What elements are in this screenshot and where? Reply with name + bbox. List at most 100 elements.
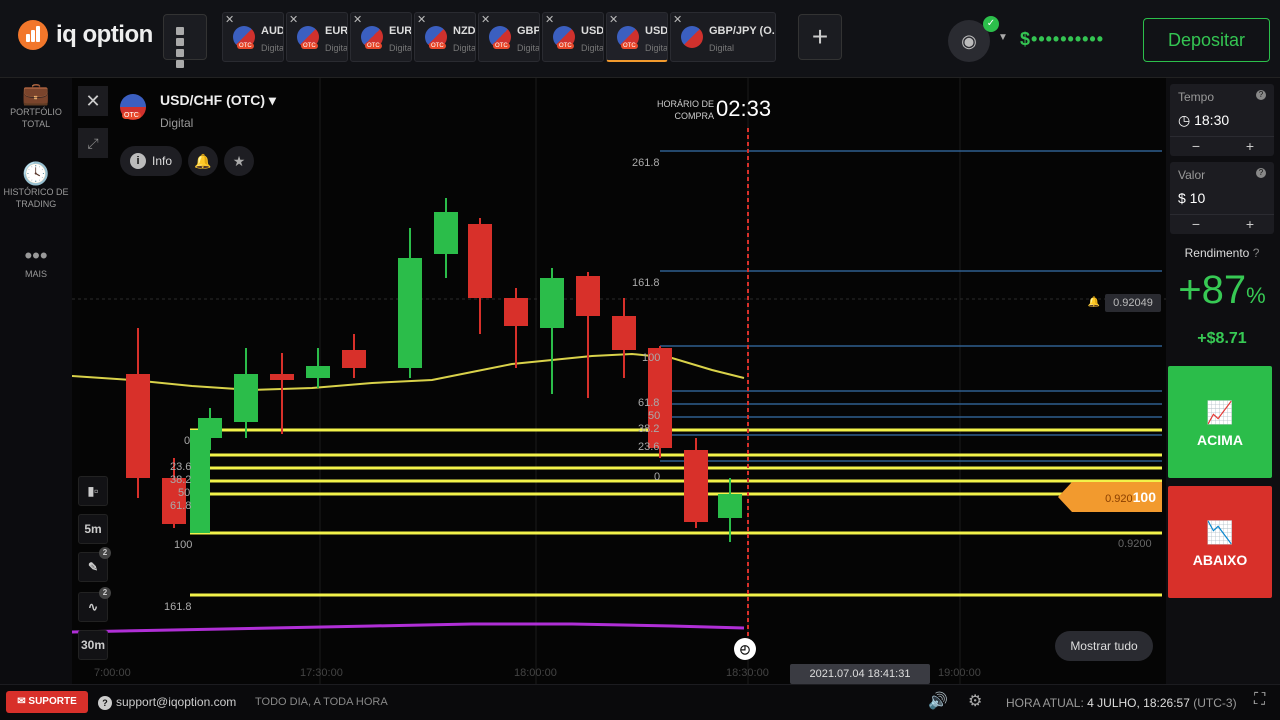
history-icon: 🕓	[22, 161, 50, 186]
fib-label: 61.8	[638, 397, 659, 409]
trend-down-icon: 📉	[1206, 520, 1234, 545]
close-icon[interactable]: ✕	[225, 13, 234, 26]
logo-icon	[18, 20, 48, 50]
up-button[interactable]: 📈 ACIMA	[1168, 366, 1272, 478]
close-chart-button[interactable]: ✕	[78, 86, 108, 116]
apps-grid-button[interactable]	[163, 14, 207, 68]
more-icon: •••	[24, 243, 48, 268]
gear-icon[interactable]: ⚙	[968, 691, 982, 711]
amount-value[interactable]: $ 10	[1178, 190, 1205, 206]
asset-tab[interactable]: ✕ OTC EUR Digital	[286, 12, 348, 62]
price-level-label: 0.9200	[1118, 538, 1152, 550]
asset-tab-active[interactable]: ✕ OTC USD Digital	[606, 12, 668, 62]
sidebar-item-portfolio[interactable]: 💼 PORTFÓLIO TOTAL	[0, 83, 72, 130]
time-label: Tempo	[1178, 90, 1215, 104]
indicators-button[interactable]: ∿ 2	[78, 587, 111, 622]
fib-label: 50	[648, 410, 660, 422]
tab-kind: Digital	[709, 43, 735, 53]
support-email[interactable]: ? support@iqoption.com	[98, 695, 236, 710]
otc-badge: OTC	[621, 43, 638, 49]
candle	[540, 278, 564, 328]
expand-icon[interactable]: ⤢	[78, 128, 108, 158]
asset-type: Digital	[160, 116, 194, 130]
asset-tab[interactable]: ✕ GBP/JPY (O... Digital	[670, 12, 776, 62]
support-button[interactable]: ✉ SUPORTE	[6, 691, 88, 713]
tagline: TODO DIA, A TODA HORA	[255, 696, 388, 708]
tab-name: NZD	[453, 25, 476, 37]
otc-badge: OTC	[429, 43, 446, 49]
amount-field[interactable]: Valor ? $ 10 − +	[1170, 162, 1274, 234]
drawing-tools-button[interactable]: ✎ 2	[78, 547, 111, 582]
close-icon[interactable]: ✕	[417, 13, 426, 26]
otc-badge: OTC	[557, 43, 574, 49]
fullscreen-icon[interactable]: ⛶	[1254, 691, 1265, 709]
close-icon[interactable]: ✕	[673, 13, 682, 26]
chevron-down-icon[interactable]: ▼	[998, 32, 1008, 43]
fib-label: 23.6	[638, 441, 659, 453]
asset-name[interactable]: USD/CHF (OTC) ▾	[160, 92, 276, 109]
sidebar-item-label: PORTFÓLIO TOTAL	[10, 107, 62, 129]
candle	[198, 418, 222, 438]
close-icon[interactable]: ✕	[289, 13, 298, 26]
asset-tabs: ✕ OTC AUD Digital ✕ OTC EUR Digital ✕ OTC EUR Dig…	[222, 12, 776, 62]
current-time: HORA ATUAL: 4 JULHO, 18:26:57 (UTC-3)	[1006, 696, 1237, 710]
close-icon[interactable]: ✕	[353, 13, 362, 26]
volume-icon[interactable]: 🔊	[928, 691, 948, 711]
chart-area[interactable]: 261.8 161.8 100 61.8 50 38.2 23.6 0 0 23…	[72, 78, 1166, 684]
amount-increase-button[interactable]: +	[1230, 216, 1270, 232]
tab-kind: Digital	[581, 43, 604, 53]
candle	[434, 212, 458, 254]
fib-label: 50	[178, 487, 190, 499]
current-price-tag: 0.920100	[1058, 482, 1162, 512]
account-balance[interactable]: $••••••••••	[1020, 29, 1104, 50]
asset-tab[interactable]: ✕ OTC NZD Digital	[414, 12, 476, 62]
fib-label: 161.8	[164, 601, 192, 613]
timer-icon: ◴	[734, 638, 756, 660]
tab-kind: Digital	[261, 43, 284, 53]
chart-type-button[interactable]: ▮▫	[78, 476, 108, 506]
help-icon[interactable]: ?	[1256, 90, 1266, 100]
alert-bell-icon[interactable]: 🔔	[1085, 294, 1103, 312]
time-field[interactable]: Tempo ? ◷ 18:30 − +	[1170, 84, 1274, 156]
cursor-timestamp: 2021.07.04 18:41:31	[790, 664, 930, 684]
sidebar-item-more[interactable]: ••• MAIS	[0, 243, 72, 280]
tab-name: EUR	[389, 25, 412, 37]
add-asset-button[interactable]: +	[798, 14, 842, 60]
tab-kind: Digital	[517, 43, 540, 53]
time-decrease-button[interactable]: −	[1176, 138, 1216, 154]
star-icon[interactable]: ★	[224, 146, 254, 176]
period-button[interactable]: 30m	[78, 630, 108, 660]
tab-name: USD	[581, 25, 604, 37]
otc-badge: OTC	[301, 43, 318, 49]
candle	[718, 494, 742, 518]
asset-tab[interactable]: ✕ OTC AUD Digital	[222, 12, 284, 62]
amount-decrease-button[interactable]: −	[1176, 216, 1216, 232]
timeframe-button[interactable]: 5m	[78, 514, 108, 544]
asset-tab[interactable]: ✕ OTC GBP Digital	[478, 12, 540, 62]
time-increase-button[interactable]: +	[1230, 138, 1270, 154]
asset-tab[interactable]: ✕ OTC USD Digital	[542, 12, 604, 62]
down-button[interactable]: 📉 ABAIXO	[1168, 486, 1272, 598]
info-label: Info	[152, 154, 173, 168]
tab-kind: Digital	[645, 43, 668, 53]
footer: ✉ SUPORTE ? support@iqoption.com TODO DIA…	[0, 684, 1280, 720]
time-value[interactable]: ◷ 18:30	[1178, 112, 1229, 129]
info-button[interactable]: i Info	[120, 146, 183, 176]
sidebar-item-label: HISTÓRICO DE TRADING	[3, 187, 69, 209]
bell-icon[interactable]: 🔔	[188, 146, 218, 176]
show-all-button[interactable]: Mostrar tudo	[1055, 631, 1153, 661]
sidebar-item-label: MAIS	[24, 269, 47, 279]
asset-tab[interactable]: ✕ OTC EUR Digital	[350, 12, 412, 62]
deposit-button[interactable]: Depositar	[1143, 18, 1270, 62]
tab-name: AUD	[261, 25, 284, 37]
close-icon[interactable]: ✕	[545, 13, 554, 26]
info-icon: i	[130, 153, 146, 169]
time-tick: 17:30:00	[300, 667, 343, 679]
logo[interactable]: iq option	[18, 20, 153, 50]
close-icon[interactable]: ✕	[609, 13, 618, 26]
price-alert-tag[interactable]: 0.92049	[1105, 294, 1161, 312]
help-icon[interactable]: ?	[1256, 168, 1266, 178]
sidebar-item-history[interactable]: 🕓 HISTÓRICO DE TRADING	[0, 161, 72, 210]
tab-kind: Digital	[453, 43, 476, 53]
close-icon[interactable]: ✕	[481, 13, 490, 26]
